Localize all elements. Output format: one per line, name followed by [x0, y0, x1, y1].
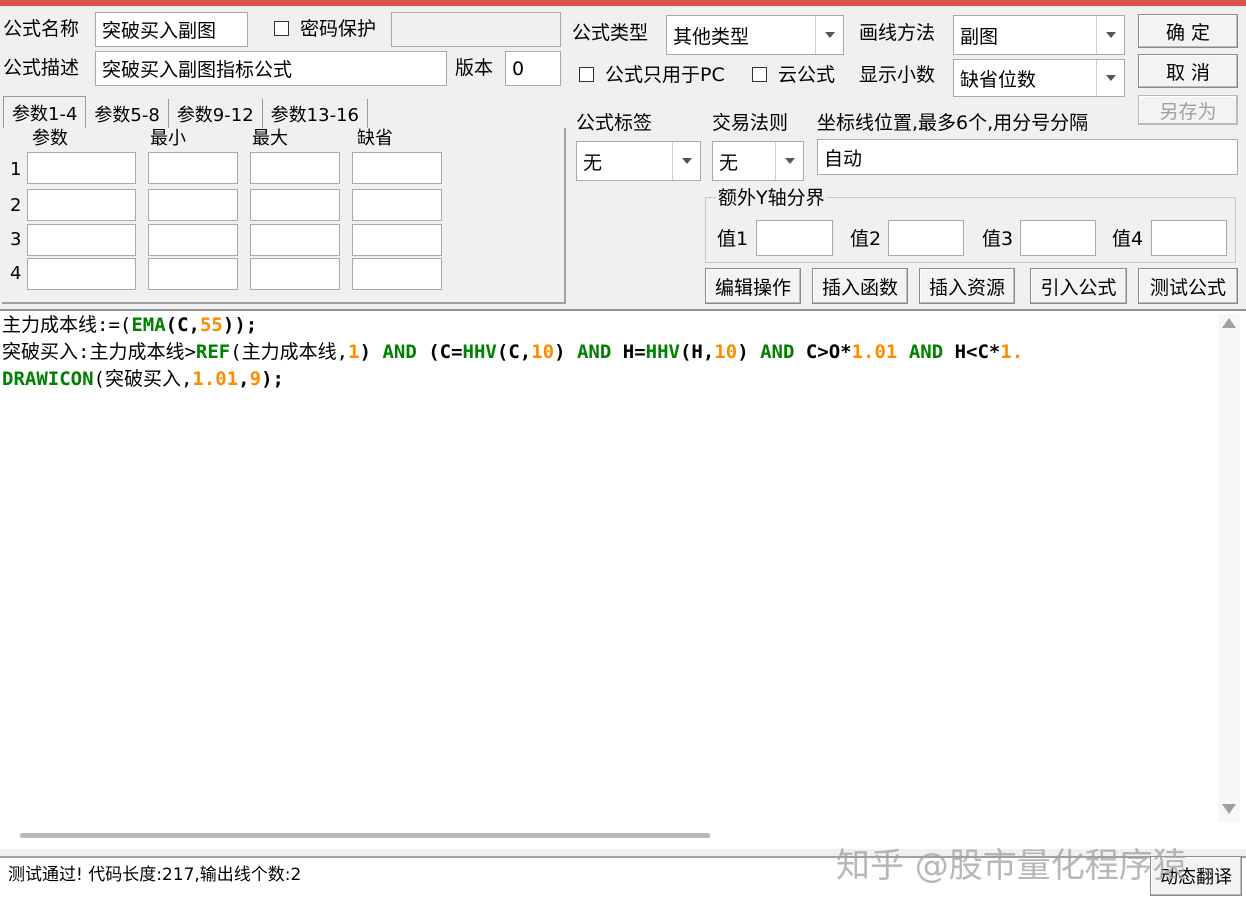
value2-input[interactable] — [888, 220, 964, 256]
insert-function-button[interactable]: 插入函数 — [812, 268, 908, 304]
code-line-1: 主力成本线:=(EMA(C,55)); — [2, 314, 258, 336]
import-formula-button[interactable]: 引入公式 — [1030, 268, 1127, 304]
formula-tag-value: 无 — [583, 151, 603, 174]
value1-label: 值1 — [717, 228, 749, 250]
param-max-input[interactable] — [250, 258, 340, 290]
chevron-down-icon — [815, 16, 843, 54]
formula-name-input[interactable]: 突破买入副图 — [95, 12, 248, 47]
trade-rule-label: 交易法则 — [712, 112, 789, 134]
decimal-label: 显示小数 — [859, 64, 936, 86]
ok-button[interactable]: 确 定 — [1138, 14, 1238, 48]
password-protect-checkbox[interactable] — [274, 21, 289, 36]
param-header-max: 最大 — [252, 128, 288, 149]
pc-only-checkbox[interactable] — [579, 67, 594, 82]
value4-input[interactable] — [1151, 220, 1227, 256]
status-message: 测试通过! 代码长度:217,输出线个数:2 — [8, 865, 302, 885]
code-text: 主力成本线:=(EMA(C,55)); 突破买入:主力成本线>REF(主力成本线,… — [2, 312, 1023, 393]
draw-method-select[interactable]: 副图 — [953, 15, 1125, 55]
extra-y-axis-label: 额外Y轴分界 — [716, 187, 827, 209]
formula-tag-label: 公式标签 — [576, 112, 653, 134]
param-default-input[interactable] — [352, 189, 442, 221]
edit-operation-button[interactable]: 编辑操作 — [705, 268, 801, 304]
param-header-name: 参数 — [32, 128, 68, 149]
draw-method-label: 画线方法 — [859, 22, 936, 44]
param-max-input[interactable] — [250, 152, 340, 184]
window-title-bar — [0, 0, 1246, 6]
vertical-scrollbar[interactable] — [1218, 314, 1240, 822]
tab-params-9-12[interactable]: 参数9-12 — [169, 99, 263, 128]
insert-resource-button[interactable]: 插入资源 — [919, 268, 1015, 304]
horizontal-scrollbar-thumb[interactable] — [20, 833, 710, 838]
formula-desc-input[interactable]: 突破买入副图指标公式 — [95, 51, 447, 86]
param-max-input[interactable] — [250, 224, 340, 256]
param-row-index: 3 — [10, 229, 22, 250]
draw-method-value: 副图 — [960, 25, 999, 48]
cloud-formula-checkbox[interactable] — [752, 67, 767, 82]
coord-line-input[interactable]: 自动 — [817, 139, 1238, 175]
tab-params-5-8[interactable]: 参数5-8 — [86, 99, 169, 128]
password-input[interactable] — [391, 12, 561, 47]
formula-desc-label: 公式描述 — [3, 57, 80, 79]
watermark: 知乎 @股市量化程序猿 — [836, 846, 1187, 886]
param-row-index: 2 — [10, 195, 22, 216]
param-min-input[interactable] — [148, 189, 238, 221]
chevron-down-icon — [775, 142, 803, 180]
coord-line-label: 坐标线位置,最多6个,用分号分隔 — [817, 112, 1089, 134]
cloud-formula-label: 云公式 — [778, 64, 836, 86]
param-name-input[interactable] — [27, 152, 136, 184]
param-header-default: 缺省 — [357, 128, 393, 149]
formula-tag-select[interactable]: 无 — [576, 141, 701, 181]
formula-type-select[interactable]: 其他类型 — [666, 15, 844, 55]
formula-type-value: 其他类型 — [673, 25, 750, 48]
formula-name-label: 公式名称 — [3, 18, 80, 40]
code-line-3: DRAWICON(突破买入,1.01,9); — [2, 368, 284, 390]
param-name-input[interactable] — [27, 224, 136, 256]
value4-label: 值4 — [1112, 228, 1144, 250]
value2-label: 值2 — [850, 228, 882, 250]
test-formula-button[interactable]: 测试公式 — [1138, 268, 1238, 304]
decimal-value: 缺省位数 — [960, 68, 1037, 91]
version-input[interactable]: 0 — [505, 51, 561, 86]
trade-rule-value: 无 — [719, 151, 739, 174]
version-label: 版本 — [455, 57, 494, 79]
password-protect-label: 密码保护 — [300, 18, 377, 40]
param-default-input[interactable] — [352, 152, 442, 184]
param-default-input[interactable] — [352, 224, 442, 256]
save-as-button[interactable]: 另存为 — [1138, 95, 1238, 125]
param-max-input[interactable] — [250, 189, 340, 221]
value3-label: 值3 — [982, 228, 1014, 250]
trade-rule-select[interactable]: 无 — [712, 141, 804, 181]
cancel-button[interactable]: 取 消 — [1138, 54, 1238, 88]
pc-only-label: 公式只用于PC — [605, 64, 725, 86]
value3-input[interactable] — [1020, 220, 1096, 256]
scroll-up-icon[interactable] — [1222, 318, 1236, 328]
param-tabs: 参数1-4 参数5-8 参数9-12 参数13-16 — [3, 96, 368, 128]
param-header-min: 最小 — [150, 128, 186, 149]
scroll-down-icon[interactable] — [1222, 804, 1236, 814]
param-min-input[interactable] — [148, 152, 238, 184]
chevron-down-icon — [672, 142, 700, 180]
param-min-input[interactable] — [148, 224, 238, 256]
param-row-index: 1 — [10, 159, 22, 180]
decimal-select[interactable]: 缺省位数 — [953, 59, 1125, 97]
param-default-input[interactable] — [352, 258, 442, 290]
chevron-down-icon — [1096, 60, 1124, 96]
param-name-input[interactable] — [27, 258, 136, 290]
formula-type-label: 公式类型 — [572, 22, 649, 44]
param-row-index: 4 — [10, 263, 22, 284]
value1-input[interactable] — [756, 220, 833, 256]
param-min-input[interactable] — [148, 258, 238, 290]
param-name-input[interactable] — [27, 189, 136, 221]
code-line-2: 突破买入:主力成本线>REF(主力成本线,1) AND (C=HHV(C,10)… — [2, 341, 1024, 363]
tab-params-13-16[interactable]: 参数13-16 — [263, 99, 368, 128]
tab-params-1-4[interactable]: 参数1-4 — [3, 96, 87, 128]
chevron-down-icon — [1096, 16, 1124, 54]
